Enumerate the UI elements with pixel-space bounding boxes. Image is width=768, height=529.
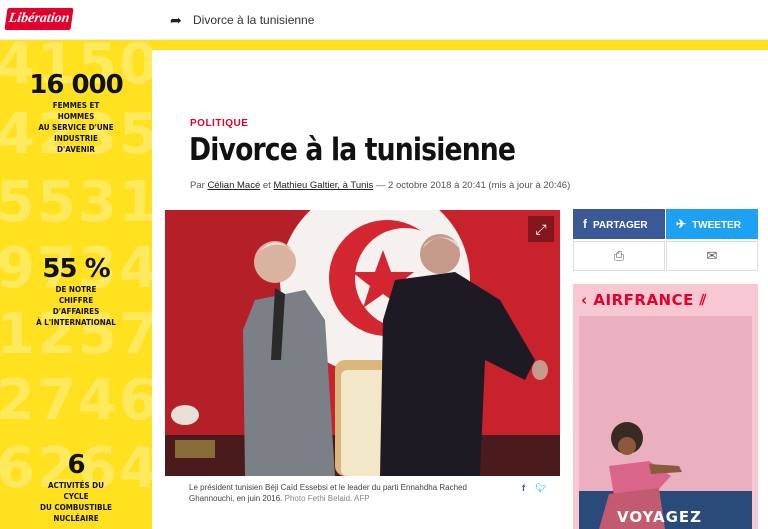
stat-text: INDUSTRIE [54,134,98,143]
article-title: Divorce à la tunisienne [189,132,516,168]
ad-brand-text: AIRFRANCE [593,291,694,309]
twitter-icon: ✈ [676,217,687,231]
mail-icon: ✉ [706,248,718,263]
stat-value: 55 % [42,254,110,284]
photo-credit: Photo Fethi Belaid. AFP [284,494,370,503]
facebook-icon[interactable]: f [522,483,525,493]
stat-value: 16 000 [29,70,124,100]
rubric-label[interactable]: POLITIQUE [190,118,248,129]
stat-text: ACTIVITÉS DU [47,481,105,490]
stat-text: CHIFFRE [58,296,94,305]
stat-text: D'AVENIR [57,145,95,154]
ad-illustration [579,316,752,529]
publish-date: — 2 octobre 2018 à 20:41 (mis à jour à 2… [375,180,571,191]
author-link[interactable]: Mathieu Galtier, à Tunis [273,180,373,191]
stat-text: CYCLE [63,492,89,501]
share-facebook-button[interactable]: f PARTAGER [573,209,665,239]
stat-text: D'AFFAIRES [52,307,100,316]
header-divider [152,40,768,50]
airfrance-ad[interactable]: ‹ AIRFRANCE ⫽ VOYAGEZ [573,284,758,529]
stat-text: DE NOTRE [55,285,97,294]
author-link[interactable]: Célian Macé [207,180,260,191]
byline-prefix: Par [190,180,205,191]
stat-text: AU SERVICE D'UNE [38,123,114,132]
photo-illustration [165,210,560,476]
ad-tagline: VOYAGEZ [617,508,703,526]
facebook-icon: f [583,217,587,231]
stat-block: 6 ACTIVITÉS DU CYCLE DU COMBUSTIBLE NUCL… [0,450,152,524]
top-bar: Libération ➦ Divorce à la tunisienne [0,0,768,40]
stat-text: FEMMES ET [52,101,100,110]
liberation-logo[interactable]: Libération [4,8,74,30]
stat-value: 6 [67,450,85,480]
twitter-icon[interactable]: 🐦︎ [535,483,546,494]
stat-text: DU COMBUSTIBLE [40,503,112,512]
background-number: 2746636 [0,368,152,433]
stat-block: 16 000 FEMMES ET HOMMES AU SERVICE D'UNE… [0,70,152,155]
ad-brand: ‹ AIRFRANCE ⫽ [581,291,707,309]
share-twitter-label: TWEETER [692,220,741,231]
expand-icon[interactable]: ⤢ [528,216,554,242]
photo-caption: Le président tunisien Béji Caïd Essebsi … [189,482,509,504]
airfrance-logo-icon: ⫽ [699,291,707,309]
print-button[interactable]: ⎙ [573,241,665,271]
share-twitter-button[interactable]: ✈ TWEETER [666,209,758,239]
share-arrow-icon[interactable]: ➦ [170,12,182,29]
sidebar-ad[interactable]: 4150789 4235870 5531779 9734456 1257829 … [0,40,152,529]
header-article-title: Divorce à la tunisienne [193,13,315,27]
email-button[interactable]: ✉ [666,241,758,271]
stat-text: HOMMES [57,112,95,121]
stat-text: NUCLÉAIRE [53,514,99,523]
ad-photo [579,316,752,529]
background-number: 5531779 [0,170,152,235]
share-facebook-label: PARTAGER [593,220,648,231]
stat-text: À L'INTERNATIONAL [36,318,116,327]
printer-icon: ⎙ [613,248,625,263]
byline: Par Célian Macé et Mathieu Galtier, à Tu… [190,180,570,191]
article-photo[interactable]: ⤢ [165,210,560,476]
stat-block: 55 % DE NOTRE CHIFFRE D'AFFAIRES À L'INT… [0,254,152,328]
byline-and: et [262,180,271,191]
